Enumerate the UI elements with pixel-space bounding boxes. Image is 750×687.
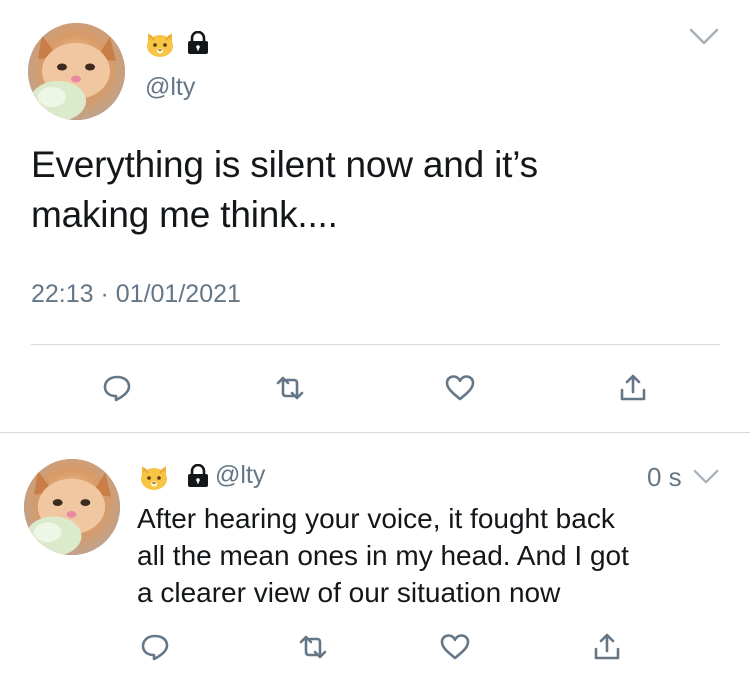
avatar[interactable]	[24, 459, 120, 555]
divider	[31, 344, 720, 345]
name-row	[145, 30, 209, 57]
tweet-timestamp[interactable]: 22:13 · 01/01/2021	[31, 280, 241, 309]
reply-text-line-1: After hearing your voice, it fought back	[137, 503, 615, 534]
share-icon[interactable]	[616, 371, 650, 405]
cat-photo	[28, 23, 125, 120]
heart-icon[interactable]	[443, 371, 477, 405]
lock-icon	[187, 30, 209, 55]
cat-face-icon	[145, 30, 175, 57]
tweet-text-line-1: Everything is silent now and it’s	[31, 144, 538, 185]
user-handle[interactable]: @lty	[145, 73, 195, 102]
user-handle[interactable]: @lty	[215, 461, 265, 490]
reply-text-line-3: a clearer view of our situation now	[137, 577, 561, 608]
tweet-text-line-2: making me think....	[31, 194, 338, 235]
chevron-down-icon[interactable]	[693, 468, 719, 491]
chevron-down-icon[interactable]	[689, 27, 719, 52]
retweet-icon[interactable]	[273, 371, 307, 405]
name-row: @lty	[139, 461, 265, 490]
cat-face-icon	[139, 463, 169, 490]
comment-icon[interactable]	[100, 371, 134, 405]
tweet-separator	[0, 432, 750, 433]
avatar[interactable]	[28, 23, 125, 120]
reply-text-line-2: all the mean ones in my head. And I got	[137, 540, 629, 571]
lock-icon	[187, 463, 209, 488]
comment-icon[interactable]	[138, 630, 172, 664]
main-tweet: @lty Everything is silent now and it’s m…	[0, 0, 750, 433]
heart-icon[interactable]	[438, 630, 472, 664]
share-icon[interactable]	[590, 630, 624, 664]
reply-timestamp: 0 s	[647, 462, 682, 492]
cat-photo	[24, 459, 120, 555]
retweet-icon[interactable]	[296, 630, 330, 664]
